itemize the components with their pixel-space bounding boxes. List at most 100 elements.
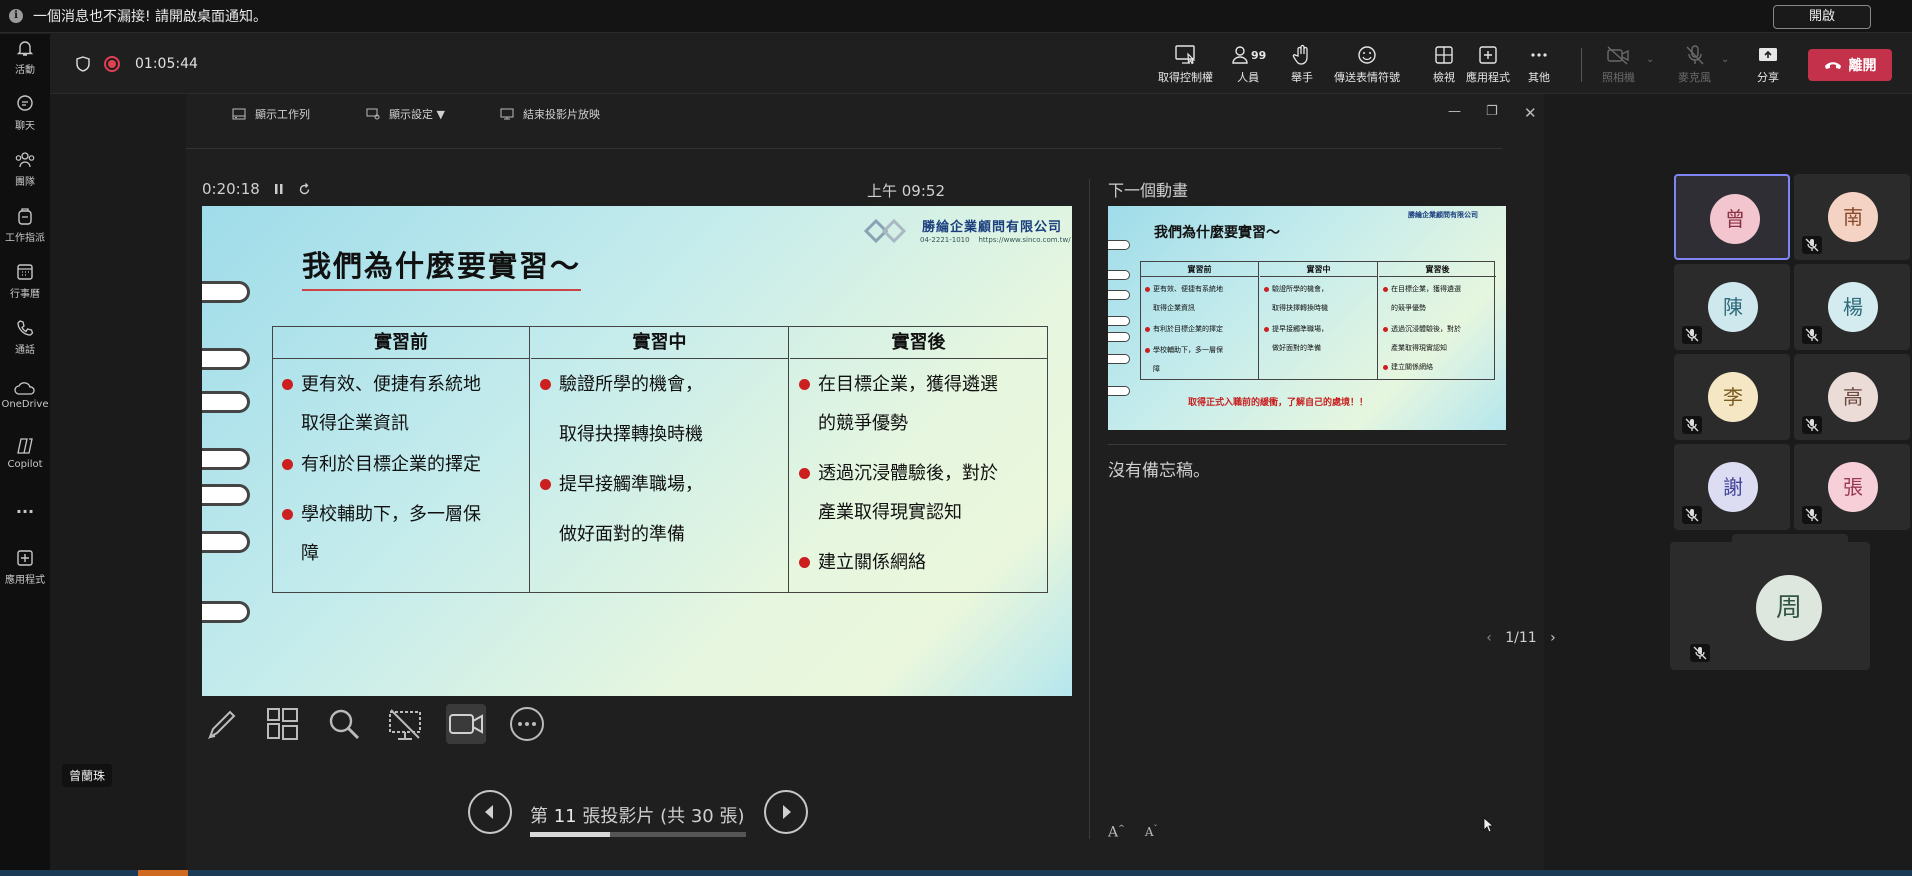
minimize-icon[interactable]: — — [1448, 104, 1461, 119]
zoom-icon[interactable] — [324, 704, 364, 744]
column-header: 實習中 — [531, 327, 788, 359]
more-options-icon[interactable] — [507, 704, 547, 744]
rail-label: 工作指派 — [5, 233, 45, 244]
participant-tile[interactable]: 曾 — [1674, 174, 1790, 260]
rail-copilot[interactable]: Copilot — [0, 436, 50, 470]
list-item: 提早接觸準職場， — [531, 465, 788, 504]
take-control-button[interactable]: 取得控制權 — [1158, 44, 1213, 85]
previous-slide-button[interactable] — [468, 790, 512, 834]
show-taskbar-button[interactable]: 顯示工作列 — [232, 106, 310, 122]
shield-icon[interactable] — [76, 56, 90, 72]
leave-label: 離開 — [1848, 58, 1877, 74]
rail-chat[interactable]: 聊天 — [0, 94, 50, 132]
enable-notifications-button[interactable]: 開啟 — [1773, 5, 1871, 29]
rail-activity[interactable]: 活動 — [0, 38, 50, 76]
list-item: 在目標企業，獲得遴選 — [790, 365, 1047, 404]
more-button[interactable]: 其他 — [1528, 44, 1550, 85]
increase-font-button[interactable]: A^ — [1108, 824, 1125, 841]
rail-label: Copilot — [7, 459, 43, 470]
triangle-right-icon — [783, 805, 791, 819]
restore-icon[interactable]: ❐ — [1486, 104, 1498, 119]
binder-ring — [202, 531, 250, 553]
pager-prev-icon[interactable]: ‹ — [1486, 630, 1492, 646]
display-settings-icon — [366, 108, 380, 120]
app-rail: 活動 聊天 團隊 工作指派 行事曆 通話 OneDrive Copilot ..… — [0, 34, 50, 876]
participant-tile[interactable]: 張 — [1794, 444, 1910, 530]
rail-teams[interactable]: 團隊 — [0, 150, 50, 188]
column-header: 實習中 — [1260, 262, 1377, 277]
participant-tile-large[interactable]: 周 — [1670, 542, 1870, 670]
binder-ring — [202, 601, 250, 623]
share-button[interactable]: 分享 — [1756, 44, 1780, 85]
display-settings-button[interactable]: 顯示設定 ▼ — [366, 106, 445, 122]
current-slide: 我們為什麼要實習～ 勝綸企業顧問有限公司 04-2221-1010 https:… — [202, 206, 1072, 696]
pen-tool-icon[interactable] — [202, 704, 242, 744]
list-item: 透過沉浸體驗後，對於 — [790, 454, 1047, 493]
emoji-icon — [1358, 46, 1376, 64]
end-slideshow-button[interactable]: 結束投影片放映 — [500, 106, 600, 122]
list-item: 學校輔助下，多一層保 — [273, 495, 529, 534]
rail-more[interactable]: ... — [0, 498, 50, 517]
raise-hand-button[interactable]: 舉手 — [1291, 44, 1313, 85]
company-logo: 勝綸企業顧問有限公司 04-2221-1010 https://www.sinc… — [862, 214, 1071, 250]
participant-tile[interactable]: 陳 — [1674, 264, 1790, 350]
camera-button[interactable]: 照相機 — [1602, 44, 1635, 85]
leave-button[interactable]: 離開 — [1808, 49, 1892, 81]
apps-button[interactable]: 應用程式 — [1466, 44, 1510, 85]
restart-timer-icon[interactable] — [298, 182, 311, 196]
participant-tile[interactable]: 南 — [1794, 174, 1910, 260]
list-item-continuation: 的競爭優勢 — [1391, 304, 1426, 312]
add-app-icon — [17, 550, 33, 566]
list-item: 驗證所學的機會， — [1260, 280, 1377, 299]
timer-value: 0:20:18 — [202, 180, 260, 198]
rail-label: 活動 — [15, 65, 35, 76]
rail-calls[interactable]: 通話 — [0, 318, 50, 356]
people-button[interactable]: 99 人員 — [1230, 44, 1266, 85]
participant-tile[interactable]: 李 — [1674, 354, 1790, 440]
copilot-icon — [17, 438, 33, 454]
preview-column: 實習後 在目標企業，獲得遴選 的競爭優勢 透過沉浸體驗後，對於 產業取得現實認知… — [1379, 262, 1496, 380]
binder-ring — [202, 281, 250, 303]
binder-ring — [202, 448, 250, 470]
black-screen-icon[interactable] — [385, 704, 425, 744]
rail-apps[interactable]: 應用程式 — [0, 548, 50, 586]
participant-tile[interactable]: 楊 — [1794, 264, 1910, 350]
participant-tile[interactable]: 謝 — [1674, 444, 1790, 530]
tool-label: 顯示設定 ▼ — [389, 108, 445, 121]
mic-options-chevron-icon[interactable]: ⌄ — [1721, 54, 1729, 65]
view-button[interactable]: 檢視 — [1433, 44, 1455, 85]
list-item: 透過沉浸體驗後，對於 — [1379, 320, 1496, 339]
camera-toggle-icon[interactable] — [446, 704, 486, 744]
list-item-continuation: 的競爭優勢 — [818, 413, 908, 434]
pause-icon[interactable] — [274, 183, 284, 195]
decrease-font-button[interactable]: Aˇ — [1145, 824, 1158, 841]
slide-number: 11 — [553, 806, 577, 827]
participant-tile[interactable]: 高 — [1794, 354, 1910, 440]
list-item: 驗證所學的機會， — [531, 365, 788, 404]
mouse-cursor-icon — [1483, 817, 1493, 833]
rail-calendar[interactable]: 行事曆 — [0, 262, 50, 300]
next-slide-preview[interactable]: 我們為什麼要實習～ 勝綸企業顧問有限公司 實習前 更有效、便捷有系統地 取得企業… — [1108, 206, 1506, 430]
more-icon — [1531, 53, 1547, 57]
list-item: 建立關係網絡 — [1379, 358, 1496, 377]
list-item: 在目標企業，獲得遴選 — [1379, 280, 1496, 299]
hang-up-icon — [1824, 62, 1841, 69]
muted-mic-icon — [1802, 236, 1822, 254]
logo-url: https://www.sinco.com.tw/ — [978, 236, 1071, 244]
binder-ring — [1108, 386, 1130, 396]
avatar: 周 — [1756, 575, 1822, 641]
rail-label: 通話 — [15, 345, 35, 356]
bullet-icon — [282, 459, 293, 470]
see-all-slides-icon[interactable] — [263, 704, 303, 744]
next-slide-button[interactable] — [764, 790, 808, 834]
close-icon[interactable]: ✕ — [1524, 104, 1537, 122]
rail-assignments[interactable]: 工作指派 — [0, 206, 50, 244]
pager-next-icon[interactable]: › — [1550, 630, 1556, 646]
taskbar-app-indicator — [138, 870, 188, 876]
mic-button[interactable]: 麥克風 — [1678, 44, 1711, 85]
toolbar-label: 照相機 — [1602, 71, 1635, 84]
rail-label: OneDrive — [1, 399, 49, 410]
rail-onedrive[interactable]: OneDrive — [0, 380, 50, 410]
camera-options-chevron-icon[interactable]: ⌄ — [1646, 54, 1654, 65]
react-button[interactable]: 傳送表情符號 — [1334, 44, 1400, 85]
